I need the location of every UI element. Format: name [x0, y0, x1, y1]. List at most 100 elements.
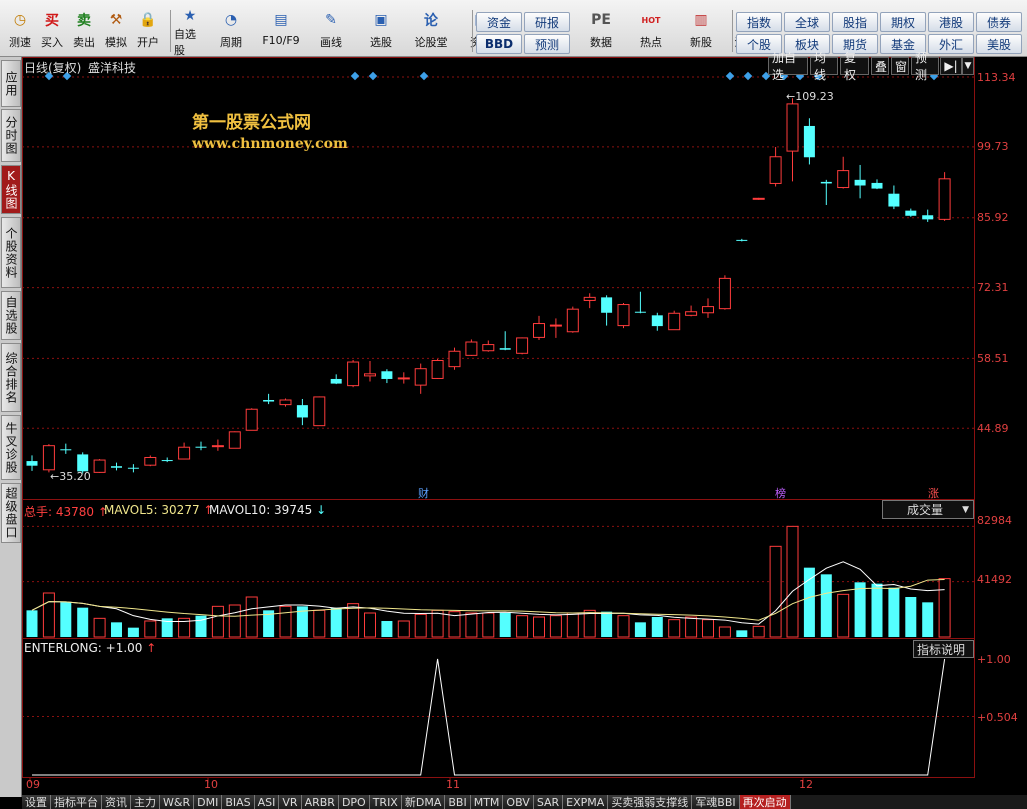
toolbar-button-hammer[interactable]: ⚒ 模拟	[100, 8, 132, 54]
indicator-tab[interactable]: VR	[279, 795, 302, 809]
left-tab[interactable]: 分时图	[1, 109, 21, 162]
toolbar-button-pe[interactable]: PE 数据	[576, 8, 626, 54]
kline-chart-area[interactable]	[22, 57, 1027, 795]
indicator-tab[interactable]: 指标平台	[51, 795, 102, 809]
indicator-tab[interactable]: 资讯	[102, 795, 131, 809]
indicator-select-value: 成交量	[907, 503, 944, 517]
toolbar-button-lock[interactable]: 🔒 开户	[132, 8, 164, 54]
chart-period-label[interactable]: 日线(复权)	[24, 59, 81, 76]
toolbar-button-label: 选股	[370, 36, 392, 49]
candle-body-up	[211, 445, 224, 448]
indicator-help-button[interactable]: 指标说明	[913, 640, 974, 658]
lock-icon: 🔒	[139, 12, 157, 28]
left-tab[interactable]: 超级盘口	[1, 483, 21, 543]
indicator-tab[interactable]: OBV	[503, 795, 534, 809]
candle-body-up	[448, 350, 461, 368]
indicator-tab[interactable]: TRIX	[369, 795, 402, 809]
pill-button[interactable]: BBD	[476, 34, 522, 54]
toolbar-button-label: 新股	[690, 36, 712, 49]
pill-button[interactable]: 债券	[976, 12, 1022, 32]
toolbar-button-clock[interactable]: ◷ 测速	[4, 8, 36, 54]
toolbar-button-forum[interactable]: 论论股堂	[406, 8, 456, 54]
toolbar-button-f10[interactable]: ▤ F10/F9	[256, 8, 306, 54]
indicator-tab[interactable]: 买卖强弱支撑线	[608, 795, 693, 809]
toolbar-button-label: 测速	[9, 36, 31, 49]
header-chip[interactable]: 叠	[871, 57, 889, 75]
indicator-axis-label: +1.00	[977, 653, 1011, 666]
volume-bar-up	[668, 619, 681, 638]
pill-button[interactable]: 期权	[880, 12, 926, 32]
left-tab[interactable]: K线图	[1, 165, 21, 214]
toolbar-button-screen[interactable]: ▣ 选股	[356, 8, 406, 54]
left-tab[interactable]: 个股资料	[1, 217, 21, 288]
event-marker-limit-up[interactable]: 涨	[928, 485, 939, 501]
chevron-down-icon[interactable]: ▼	[962, 57, 974, 75]
indicator-tab[interactable]: W&R	[160, 795, 195, 809]
left-tab[interactable]: 综合排名	[1, 343, 21, 412]
indicator-axis-label: +0.504	[977, 711, 1018, 724]
candle-body-up	[583, 296, 596, 301]
pill-button[interactable]: 全球	[784, 12, 830, 32]
indicator-tab[interactable]: MTM	[470, 795, 504, 809]
pill-button[interactable]: 股指	[832, 12, 878, 32]
indicator-tab[interactable]: 再次启动	[739, 795, 791, 809]
event-marker-ranking[interactable]: 榜	[775, 485, 786, 501]
volume-bar-up	[938, 578, 951, 638]
candle-body-up	[313, 396, 326, 427]
toolbar-button-newstock[interactable]: ▥ 新股	[676, 8, 726, 54]
header-chip[interactable]: 预测	[911, 51, 939, 82]
collapse-panel-icon[interactable]: ▶|	[940, 57, 962, 75]
chart-background	[22, 57, 1027, 795]
candle-body-up	[42, 445, 55, 471]
volume-bar-up	[702, 619, 714, 638]
indicator-tab[interactable]: EXPMA	[563, 795, 609, 809]
volume-bar-down	[820, 574, 832, 637]
header-chip[interactable]: 加自选	[768, 51, 808, 82]
indicator-tab[interactable]: 新DMA	[401, 795, 446, 809]
toolbar-button-label: 自选股	[174, 28, 196, 57]
toolbar-button-pen[interactable]: ✎ 画线	[306, 8, 356, 54]
candle-body-up	[769, 156, 782, 184]
indicator-tab[interactable]: BBI	[445, 795, 471, 809]
indicator-tab[interactable]: ARBR	[301, 795, 339, 809]
volume-bar-down	[736, 630, 748, 637]
pill-button[interactable]: 研报	[524, 12, 570, 32]
left-tab[interactable]: 应用	[1, 60, 21, 107]
volume-bar-down	[854, 582, 866, 637]
pill-button[interactable]: 指数	[736, 12, 782, 32]
event-marker-finance[interactable]: 财	[418, 485, 429, 501]
period-icon: ◔	[224, 12, 238, 28]
volume-bar-up	[414, 613, 427, 638]
left-tab[interactable]: 自选股	[1, 291, 21, 340]
pill-button[interactable]: 港股	[928, 12, 974, 32]
indicator-tab[interactable]: SAR	[533, 795, 564, 809]
indicator-tab[interactable]: DMI	[194, 795, 223, 809]
indicator-tab[interactable]: 主力	[131, 795, 160, 809]
candle-body-down	[127, 467, 139, 469]
indicator-tab[interactable]: BIAS	[222, 795, 255, 809]
toolbar-button-hot[interactable]: HOT 热点	[626, 8, 676, 54]
toolbar-pills-fund: 资金 研报 BBD 预测	[476, 12, 570, 54]
volume-bar-down	[26, 610, 38, 637]
date-axis-label: 09	[26, 778, 40, 791]
indicator-tab[interactable]: DPO	[338, 795, 370, 809]
toolbar-button-buy[interactable]: 买买入	[36, 8, 68, 54]
pill-button[interactable]: 预测	[524, 34, 570, 54]
indicator-select-dropdown[interactable]: 成交量 ▼	[882, 500, 974, 519]
toolbar-button-sell[interactable]: 卖卖出	[68, 8, 100, 54]
indicator-tab[interactable]: 设置	[22, 795, 51, 809]
header-chip[interactable]: 窗	[891, 57, 909, 75]
indicator-tab[interactable]: 军魂BBI	[692, 795, 740, 809]
mavol10-label: MAVOL10: 39745 ↓	[209, 503, 327, 517]
indicator-tab[interactable]: ASI	[254, 795, 280, 809]
pill-button[interactable]: 资金	[476, 12, 522, 32]
date-axis-label: 12	[799, 778, 813, 791]
toolbar-button-label: 画线	[320, 36, 342, 49]
left-tab[interactable]: 牛叉诊股	[1, 415, 21, 480]
toolbar-button-star[interactable]: ★ 自选股	[174, 8, 206, 57]
header-chip[interactable]: 均线	[810, 51, 838, 82]
header-chip[interactable]: 复权	[840, 51, 869, 82]
toolbar-button-period[interactable]: ◔ 周期	[206, 8, 256, 54]
candle-body-down	[905, 210, 917, 216]
pill-button[interactable]: 美股	[976, 34, 1022, 54]
